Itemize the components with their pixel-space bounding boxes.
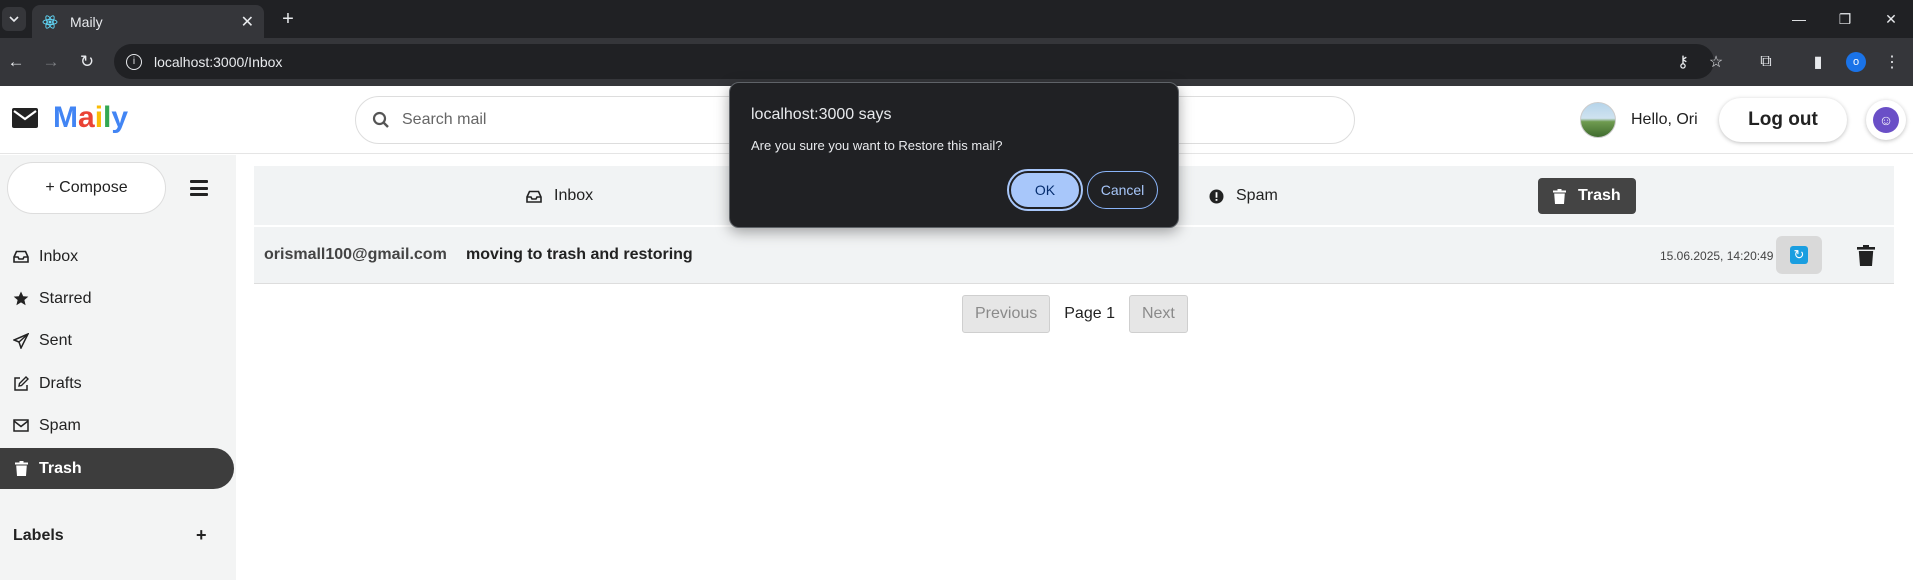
user-face-icon: ☺ xyxy=(1873,107,1899,133)
account-avatar[interactable]: ☺ xyxy=(1866,100,1906,140)
close-window-icon[interactable]: ✕ xyxy=(1868,6,1913,32)
sidebar-item-trash[interactable]: Trash xyxy=(0,448,234,489)
restore-mail-button[interactable]: ↻ xyxy=(1776,236,1822,274)
sidebar-item-label: Drafts xyxy=(39,374,82,392)
tab-label: Trash xyxy=(1578,187,1621,204)
star-icon xyxy=(13,291,29,306)
ok-button[interactable]: OK xyxy=(1007,169,1083,211)
site-info-icon[interactable]: i xyxy=(126,53,142,70)
extensions-icon[interactable]: ⧉ xyxy=(1754,50,1778,74)
add-label-button[interactable]: + xyxy=(196,525,207,546)
hamburger-menu-icon[interactable] xyxy=(190,180,208,196)
labels-heading: Labels xyxy=(13,527,64,544)
restore-icon: ↻ xyxy=(1790,246,1808,264)
inbox-icon xyxy=(13,250,29,263)
trash-icon xyxy=(1857,244,1875,266)
chevron-down-icon xyxy=(9,16,19,23)
sidebar-item-starred[interactable]: Starred xyxy=(0,278,234,319)
app-logo[interactable]: Maily xyxy=(53,101,128,135)
browser-menu-icon[interactable]: ⋮ xyxy=(1880,50,1904,74)
minimize-icon[interactable]: — xyxy=(1776,6,1822,32)
mail-subject: moving to trash and restoring xyxy=(466,246,693,263)
url-text: localhost:3000/Inbox xyxy=(154,53,283,70)
previous-page-button[interactable]: Previous xyxy=(962,295,1051,333)
send-icon xyxy=(13,332,29,349)
browser-tab-bar: Maily ✕ + — ❐ ✕ xyxy=(0,0,1913,38)
tab-inbox[interactable]: Inbox xyxy=(526,178,593,214)
tab-title: Maily xyxy=(70,13,103,30)
password-key-icon[interactable]: ⚷ xyxy=(1671,50,1695,74)
sidebar-item-drafts[interactable]: Drafts xyxy=(0,363,234,404)
tab-trash[interactable]: Trash xyxy=(1538,178,1636,214)
mail-logo-icon xyxy=(12,108,38,128)
cancel-button[interactable]: Cancel xyxy=(1087,171,1158,209)
user-avatar xyxy=(1580,102,1616,138)
sidebar-item-spam[interactable]: Spam xyxy=(0,405,234,446)
tab-label: Inbox xyxy=(554,187,594,204)
react-favicon-icon xyxy=(42,14,58,29)
reload-icon[interactable]: ↻ xyxy=(75,50,99,74)
dialog-message: Are you sure you want to Restore this ma… xyxy=(751,138,1003,153)
tab-close-icon[interactable]: ✕ xyxy=(241,12,254,32)
dialog-title: localhost:3000 says xyxy=(751,106,892,123)
sidebar-item-label: Sent xyxy=(39,331,72,349)
forward-icon[interactable]: → xyxy=(39,50,63,74)
next-page-button[interactable]: Next xyxy=(1128,295,1188,333)
pagination: Previous Page 1 Next xyxy=(962,295,1188,333)
bookmark-star-icon[interactable]: ☆ xyxy=(1704,50,1728,74)
delete-forever-button[interactable] xyxy=(1855,242,1877,268)
side-panel-icon[interactable]: ▮ xyxy=(1806,50,1830,74)
sidebar-item-sent[interactable]: Sent xyxy=(0,320,234,361)
tab-spam[interactable]: Spam xyxy=(1209,178,1278,214)
restore-window-icon[interactable]: ❐ xyxy=(1822,6,1868,32)
compose-button[interactable]: + Compose xyxy=(7,162,166,214)
envelope-icon xyxy=(13,419,29,432)
address-bar[interactable]: i localhost:3000/Inbox xyxy=(114,44,1714,79)
browser-toolbar: ← → ↻ i localhost:3000/Inbox ⚷ ☆ ⧉ ▮ ⋮ xyxy=(0,38,1913,86)
sidebar-item-inbox[interactable]: Inbox xyxy=(0,236,234,277)
trash-icon xyxy=(13,461,29,476)
inbox-icon xyxy=(526,190,542,203)
page-indicator: Page 1 xyxy=(1064,305,1115,322)
trash-icon xyxy=(1553,188,1566,204)
sidebar-item-label: Inbox xyxy=(39,247,79,265)
back-icon[interactable]: ← xyxy=(4,50,28,74)
browser-profile-avatar[interactable]: o xyxy=(1846,52,1866,72)
sidebar: + Compose Inbox Starred Sent Drafts Spam xyxy=(0,155,236,580)
browser-tab[interactable]: Maily ✕ xyxy=(32,5,264,38)
tab-search-button[interactable] xyxy=(2,7,26,31)
mail-sender: orismall100@gmail.com xyxy=(264,246,447,263)
mail-row[interactable]: orismall100@gmail.com moving to trash an… xyxy=(254,227,1894,284)
exclamation-icon xyxy=(1209,189,1224,204)
logout-button[interactable]: Log out xyxy=(1719,98,1847,142)
confirm-dialog: localhost:3000 says Are you sure you wan… xyxy=(729,82,1179,228)
edit-icon xyxy=(13,375,29,392)
sidebar-item-label: Spam xyxy=(39,416,81,434)
tab-label: Spam xyxy=(1236,187,1278,204)
sidebar-item-label: Trash xyxy=(39,459,82,477)
search-icon xyxy=(372,111,389,128)
sidebar-item-label: Starred xyxy=(39,289,92,307)
greeting-text: Hello, Ori xyxy=(1631,111,1698,128)
mail-date: 15.06.2025, 14:20:49 xyxy=(1660,249,1774,263)
new-tab-icon[interactable]: + xyxy=(276,7,300,31)
